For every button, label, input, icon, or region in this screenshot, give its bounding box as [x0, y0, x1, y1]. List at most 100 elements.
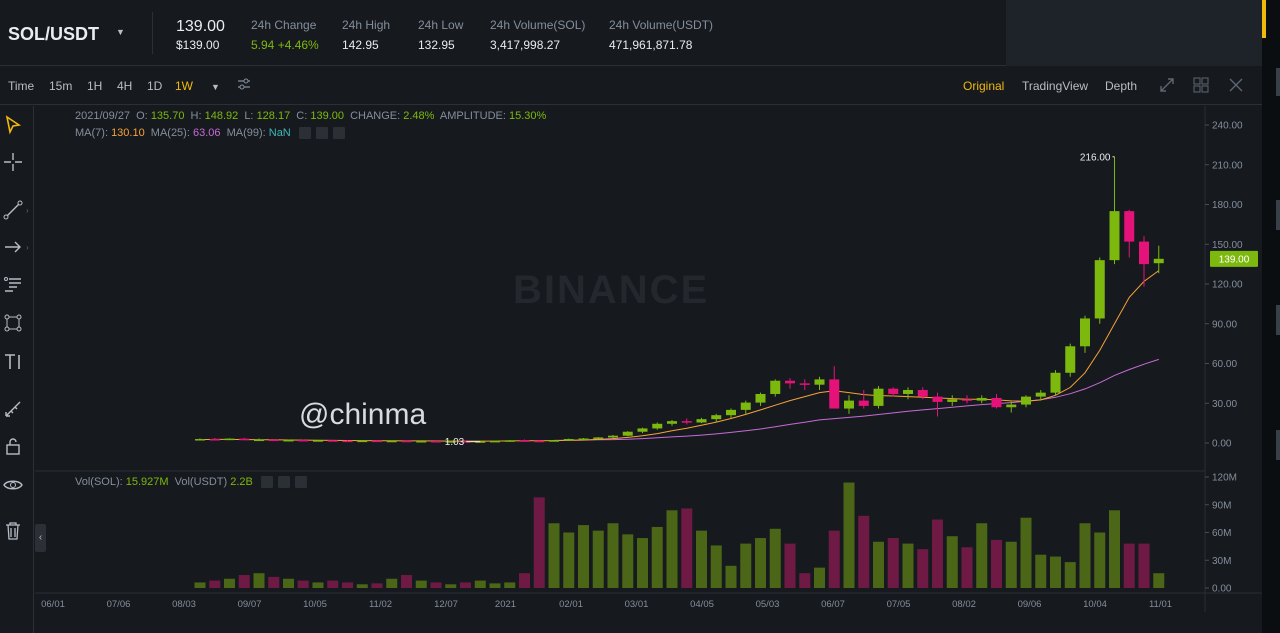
volume-bar [504, 582, 516, 588]
stat-24h-volume-sol: 24h Volume(SOL) 3,417,998.27 [490, 18, 585, 52]
stat-24h-change: 24h Change 5.94 +4.46% [251, 18, 319, 52]
stat-label: 24h High [342, 18, 391, 32]
volume-bar [1035, 554, 1047, 588]
volume-bar [194, 582, 206, 588]
price-tick-label: 60.00 [1212, 359, 1237, 370]
candle-body [209, 439, 220, 441]
ruler-icon[interactable] [2, 398, 24, 420]
text-tool-icon[interactable] [2, 351, 24, 373]
vol-usdt-value: 2.2B [230, 476, 253, 488]
interval-15m[interactable]: 15m [49, 79, 72, 93]
volume-bar [725, 565, 737, 588]
trash-icon[interactable] [2, 520, 24, 542]
close-indicator-button[interactable] [332, 127, 345, 140]
view-tradingview[interactable]: TradingView [1022, 79, 1088, 93]
candle-body [357, 440, 368, 443]
candle-body [519, 440, 530, 442]
interval-more-icon[interactable]: ▼ [211, 82, 220, 92]
volume-tick-label: 90M [1212, 500, 1231, 511]
layout-grid-icon[interactable] [1192, 76, 1210, 94]
candle-body [563, 439, 574, 441]
candlestick-chart[interactable]: 240.00 210.00 180.00 150.00 120.00 90.00 60.00… [35, 106, 1262, 612]
arrow-tool-icon[interactable] [2, 236, 24, 258]
legend-change: 2.48% [403, 110, 435, 122]
volume-bar [519, 573, 530, 588]
candle-body [372, 440, 382, 443]
high-label: 216.00 [1080, 152, 1111, 163]
candle-body [844, 400, 854, 409]
header-side-panel [1006, 0, 1262, 66]
chevron-right-icon[interactable]: › [26, 243, 29, 252]
candle-body [298, 439, 309, 442]
time-tick-label: 05/03 [756, 599, 780, 610]
eye-toggle-button[interactable] [260, 476, 273, 489]
view-depth[interactable]: Depth [1105, 79, 1137, 93]
eye-icon[interactable] [2, 474, 24, 496]
volume-bar [902, 543, 914, 588]
legend-l-label: L: [244, 110, 254, 122]
candle-body [799, 383, 810, 385]
panel-tab[interactable] [1276, 68, 1280, 96]
time-tick-label: 06/01 [41, 599, 65, 610]
price-tick-label: 120.00 [1212, 280, 1243, 291]
candle-body [1050, 372, 1061, 393]
volume-bar [961, 547, 973, 588]
volume-bar [799, 573, 811, 588]
time-tick-label: 08/03 [172, 599, 196, 610]
cursor-icon[interactable] [2, 114, 24, 136]
settings-button[interactable] [278, 476, 291, 489]
interval-1w[interactable]: 1W [175, 79, 193, 93]
volume-bar [622, 534, 634, 588]
volume-bar [1064, 562, 1076, 588]
volume-bar [253, 573, 265, 588]
symbol-name[interactable]: SOL/USDT [8, 24, 99, 45]
close-icon[interactable] [1227, 76, 1245, 94]
candle-body [549, 440, 559, 442]
volume-bar [460, 582, 471, 588]
chart-area[interactable]: BINANCE 240.00 210.00 180.00 150.00 120.00 90… [35, 106, 1262, 612]
fib-tool-icon[interactable] [2, 274, 24, 296]
time-tick-label: 07/05 [887, 599, 911, 610]
expand-icon[interactable] [1158, 76, 1176, 94]
lock-icon[interactable] [2, 435, 24, 457]
settings-sliders-icon[interactable] [236, 76, 254, 94]
chevron-right-icon[interactable]: › [26, 206, 29, 215]
vol-sol-value: 15.927M [125, 476, 169, 488]
volume-tick-label: 120M [1212, 473, 1237, 484]
candle-body [224, 438, 235, 441]
candle-body [681, 421, 692, 423]
crosshair-icon[interactable] [2, 151, 24, 173]
interval-1h[interactable]: 1H [87, 79, 102, 93]
shape-tool-icon[interactable] [2, 312, 24, 334]
candle-body [1065, 346, 1076, 373]
volume-bar [651, 526, 663, 588]
eye-toggle-button[interactable] [298, 127, 311, 140]
panel-tab[interactable] [1276, 200, 1280, 230]
settings-button[interactable] [315, 127, 328, 140]
candle-body [770, 380, 781, 394]
trendline-icon[interactable] [2, 199, 24, 221]
panel-tab[interactable] [1276, 305, 1280, 335]
symbol-dropdown-icon[interactable]: ▼ [116, 27, 125, 37]
panel-tab[interactable] [1276, 430, 1280, 460]
volume-bar [828, 530, 840, 588]
volume-bar [563, 532, 575, 588]
view-original[interactable]: Original [963, 79, 1004, 93]
candle-body [829, 379, 840, 409]
candle-body [622, 431, 633, 436]
volume-bar [297, 580, 309, 588]
time-tick-label: 11/01 [1149, 599, 1172, 610]
close-indicator-button[interactable] [295, 476, 308, 489]
candle-body [1035, 392, 1046, 397]
interval-time[interactable]: Time [8, 79, 34, 93]
volume-bar [666, 510, 678, 588]
volume-bar [342, 582, 353, 588]
candle-body [534, 440, 545, 443]
price-tick-label: 240.00 [1212, 121, 1243, 132]
interval-4h[interactable]: 4H [117, 79, 132, 93]
time-tick-label: 10/05 [303, 599, 327, 610]
candle-body [637, 428, 648, 432]
candle-body [313, 440, 323, 442]
stat-24h-low: 24h Low 132.95 [418, 18, 463, 52]
interval-1d[interactable]: 1D [147, 79, 162, 93]
